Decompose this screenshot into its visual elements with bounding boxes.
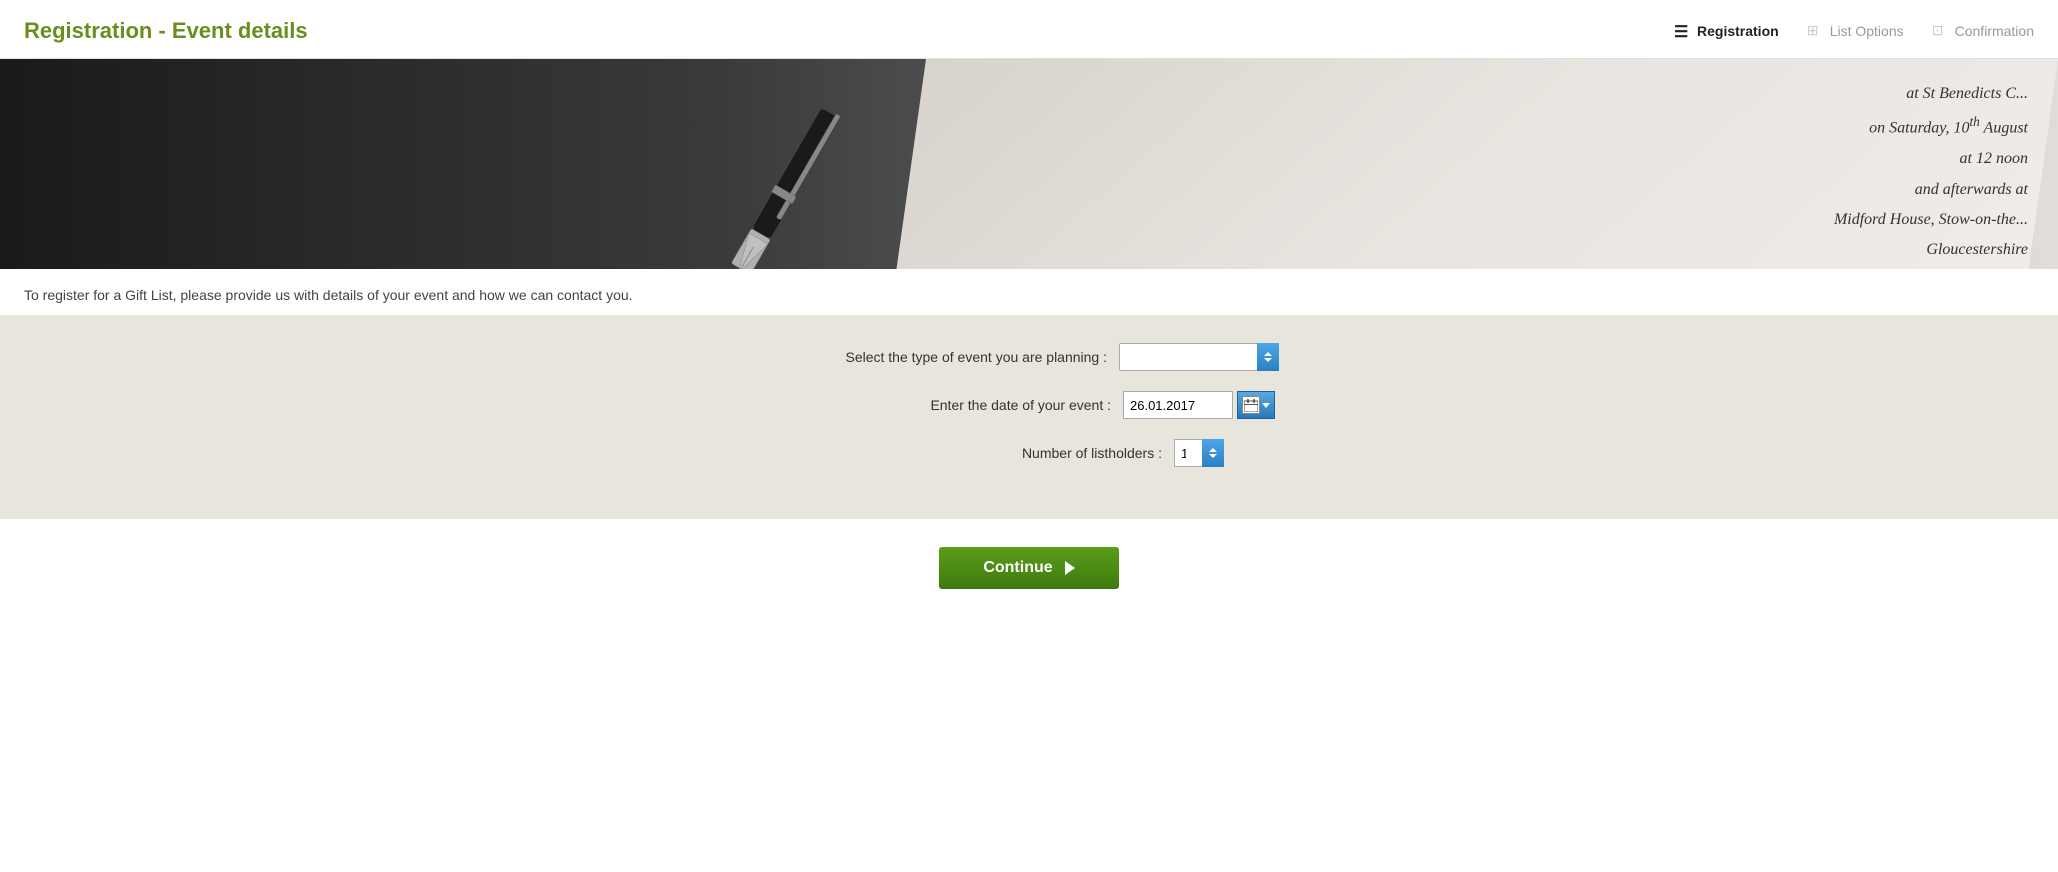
nav-step-label-registration: Registration [1697,23,1779,39]
continue-arrow-icon [1065,561,1075,575]
grid-icon [1807,22,1825,40]
calendar-icon [1242,396,1260,414]
date-input[interactable] [1123,391,1233,419]
date-label: Enter the date of your event : [783,397,1123,413]
date-control [1123,391,1275,419]
nav-step-registration[interactable]: Registration [1674,22,1779,40]
nav-steps: Registration List Options Confirmation [1674,22,2034,40]
date-picker-button[interactable] [1237,391,1275,419]
nav-step-label-list-options: List Options [1830,23,1904,39]
event-type-label: Select the type of event you are plannin… [779,349,1119,365]
button-row: Continue [0,519,2058,617]
page-title: Registration - Event details [24,18,308,44]
listholders-control [1174,439,1224,467]
cursive-text: at St Benedicts C... on Saturday, 10th A… [1834,79,2028,269]
event-type-select[interactable]: Wedding Birthday Anniversary Christmas O… [1119,343,1279,371]
check-icon [1932,22,1950,40]
event-type-control: Wedding Birthday Anniversary Christmas O… [1119,343,1279,371]
event-type-row: Select the type of event you are plannin… [24,343,2034,371]
listholders-input-wrapper[interactable] [1174,439,1224,467]
list-icon [1674,22,1692,40]
page-header: Registration - Event details Registratio… [0,0,2058,59]
continue-button[interactable]: Continue [939,547,1119,589]
continue-label: Continue [983,559,1052,577]
instruction-text: To register for a Gift List, please prov… [0,269,2058,315]
date-row: Enter the date of your event : [24,391,2034,419]
nav-step-list-options[interactable]: List Options [1807,22,1904,40]
number-spinner [1202,439,1224,467]
nav-step-confirmation[interactable]: Confirmation [1932,22,2034,40]
date-dropdown-arrow-icon [1262,403,1270,408]
banner-image: at St Benedicts C... on Saturday, 10th A… [0,59,2058,269]
spinner-up-icon[interactable] [1209,448,1217,452]
listholders-label: Number of listholders : [834,445,1174,461]
event-type-select-wrapper[interactable]: Wedding Birthday Anniversary Christmas O… [1119,343,1279,371]
spinner-down-icon[interactable] [1209,454,1217,458]
form-section: Select the type of event you are plannin… [0,315,2058,519]
banner-dark [0,59,1029,269]
nav-step-label-confirmation: Confirmation [1955,23,2034,39]
listholders-row: Number of listholders : [24,439,2034,467]
